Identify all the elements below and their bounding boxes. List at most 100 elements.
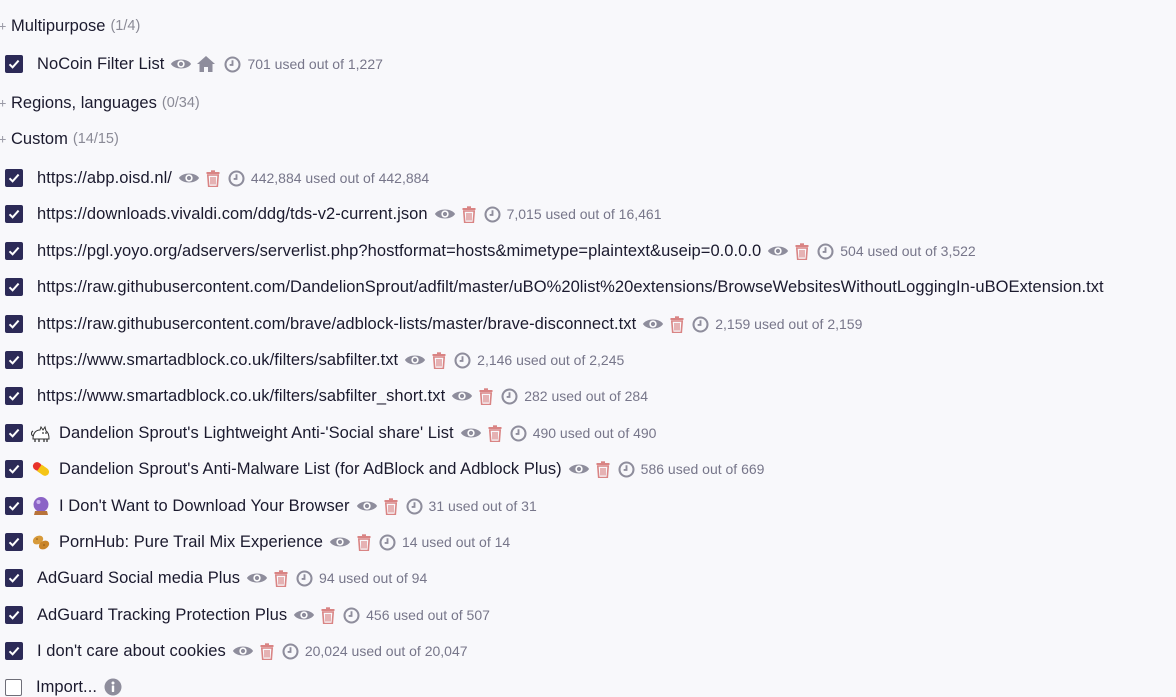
eye-icon[interactable] bbox=[568, 461, 590, 477]
trash-icon[interactable] bbox=[274, 569, 288, 587]
group-count: (14/15) bbox=[72, 131, 119, 147]
checkbox-checked[interactable] bbox=[5, 169, 23, 187]
list-item: https://www.smartadblock.co.uk/filters/s… bbox=[5, 384, 648, 408]
trash-icon[interactable] bbox=[488, 424, 502, 442]
trash-icon[interactable] bbox=[462, 205, 476, 223]
checkbox-checked[interactable] bbox=[5, 278, 23, 296]
trash-icon[interactable] bbox=[596, 460, 610, 478]
group-label: Multipurpose bbox=[11, 16, 106, 35]
info-icon[interactable] bbox=[104, 678, 122, 696]
eye-icon[interactable] bbox=[293, 607, 315, 623]
list-item: I don't care about cookies 20,024 used ou… bbox=[5, 639, 468, 663]
checkbox-checked[interactable] bbox=[5, 424, 23, 442]
checkbox-checked[interactable] bbox=[5, 242, 23, 260]
usage-stats: 94 used out of 94 bbox=[319, 570, 428, 586]
peanuts-emoji bbox=[31, 532, 51, 552]
checkbox-checked[interactable] bbox=[5, 351, 23, 369]
list-name[interactable]: https://www.smartadblock.co.uk/filters/s… bbox=[37, 387, 445, 406]
eye-icon[interactable] bbox=[170, 56, 192, 72]
clock-icon bbox=[484, 205, 501, 223]
list-item: Dandelion Sprout's Lightweight Anti-'Soc… bbox=[5, 421, 656, 445]
trash-icon[interactable] bbox=[321, 606, 335, 624]
group-multipurpose[interactable]: + Multipurpose (1/4) bbox=[0, 14, 140, 38]
list-name[interactable]: AdGuard Social media Plus bbox=[37, 569, 240, 588]
check-icon bbox=[8, 646, 20, 656]
clock-icon bbox=[817, 242, 834, 260]
eye-icon[interactable] bbox=[178, 170, 200, 186]
checkbox-checked[interactable] bbox=[5, 606, 23, 624]
checkbox-checked[interactable] bbox=[5, 533, 23, 551]
usage-stats: 31 used out of 31 bbox=[428, 498, 537, 514]
list-item-nocoin: NoCoin Filter List 701 used out of 1,227 bbox=[5, 52, 383, 76]
trash-icon[interactable] bbox=[384, 497, 398, 515]
usage-stats: 490 used out of 490 bbox=[532, 425, 657, 441]
eye-icon[interactable] bbox=[642, 316, 664, 332]
list-name[interactable]: I don't care about cookies bbox=[37, 642, 226, 661]
eye-icon[interactable] bbox=[451, 388, 473, 404]
check-icon bbox=[8, 428, 20, 438]
list-name[interactable]: https://raw.githubusercontent.com/Dandel… bbox=[37, 278, 1104, 297]
list-name[interactable]: I Don't Want to Download Your Browser bbox=[59, 497, 350, 516]
list-name[interactable]: PornHub: Pure Trail Mix Experience bbox=[59, 533, 323, 552]
list-name[interactable]: https://abp.oisd.nl/ bbox=[37, 169, 172, 188]
eye-icon[interactable] bbox=[460, 425, 482, 441]
list-name[interactable]: Dandelion Sprout's Lightweight Anti-'Soc… bbox=[59, 424, 454, 443]
check-icon bbox=[8, 209, 20, 219]
crystal-ball-emoji bbox=[31, 496, 51, 516]
group-regions-languages[interactable]: + Regions, languages (0/34) bbox=[0, 91, 200, 115]
list-name[interactable]: https://www.smartadblock.co.uk/filters/s… bbox=[37, 351, 398, 370]
checkbox-checked[interactable] bbox=[5, 387, 23, 405]
list-item: PornHub: Pure Trail Mix Experience 14 use… bbox=[5, 530, 510, 554]
trash-icon[interactable] bbox=[432, 351, 446, 369]
checkbox-checked[interactable] bbox=[5, 642, 23, 660]
list-name[interactable]: https://downloads.vivaldi.com/ddg/tds-v2… bbox=[37, 205, 428, 224]
checkbox-checked[interactable] bbox=[5, 460, 23, 478]
expand-icon[interactable]: + bbox=[0, 19, 9, 33]
list-name[interactable]: https://raw.githubusercontent.com/brave/… bbox=[37, 315, 636, 334]
usage-stats: 2,159 used out of 2,159 bbox=[715, 316, 863, 332]
check-icon bbox=[8, 610, 20, 620]
clock-icon bbox=[224, 55, 241, 73]
check-icon bbox=[8, 537, 20, 547]
list-item: AdGuard Social media Plus 94 used out of … bbox=[5, 566, 427, 590]
check-icon bbox=[8, 282, 20, 292]
pill-emoji bbox=[31, 459, 51, 479]
eye-icon[interactable] bbox=[329, 534, 351, 550]
expand-icon[interactable]: + bbox=[0, 132, 9, 146]
usage-stats: 2,146 used out of 2,245 bbox=[477, 352, 625, 368]
checkbox-checked[interactable] bbox=[5, 497, 23, 515]
trash-icon[interactable] bbox=[670, 315, 684, 333]
list-name[interactable]: NoCoin Filter List bbox=[37, 55, 164, 74]
trash-icon[interactable] bbox=[479, 387, 493, 405]
checkbox-checked[interactable] bbox=[5, 315, 23, 333]
checkbox-checked[interactable] bbox=[5, 55, 23, 73]
usage-stats: 586 used out of 669 bbox=[640, 461, 765, 477]
eye-icon[interactable] bbox=[434, 206, 456, 222]
group-custom[interactable]: + Custom (14/15) bbox=[0, 127, 119, 151]
import-label[interactable]: Import... bbox=[36, 678, 97, 697]
clock-icon bbox=[228, 169, 245, 187]
home-icon[interactable] bbox=[196, 55, 216, 73]
trash-icon[interactable] bbox=[260, 642, 274, 660]
list-name[interactable]: AdGuard Tracking Protection Plus bbox=[37, 606, 287, 625]
checkbox-checked[interactable] bbox=[5, 569, 23, 587]
usage-stats: 7,015 used out of 16,461 bbox=[506, 206, 662, 222]
trash-icon[interactable] bbox=[795, 242, 809, 260]
eye-icon[interactable] bbox=[404, 352, 426, 368]
list-name[interactable]: https://pgl.yoyo.org/adservers/serverlis… bbox=[37, 242, 761, 261]
expand-icon[interactable]: + bbox=[0, 96, 9, 110]
eye-icon[interactable] bbox=[356, 498, 378, 514]
usage-stats: 20,024 used out of 20,047 bbox=[304, 643, 468, 659]
list-item: https://raw.githubusercontent.com/Dandel… bbox=[5, 275, 1104, 299]
list-name[interactable]: Dandelion Sprout's Anti-Malware List (fo… bbox=[59, 460, 562, 479]
import-checkbox[interactable] bbox=[5, 678, 22, 696]
eye-icon[interactable] bbox=[767, 243, 789, 259]
checkbox-checked[interactable] bbox=[5, 205, 23, 223]
list-item: https://www.smartadblock.co.uk/filters/s… bbox=[5, 348, 624, 372]
trash-icon[interactable] bbox=[357, 533, 371, 551]
list-item: https://pgl.yoyo.org/adservers/serverlis… bbox=[5, 239, 976, 263]
trash-icon[interactable] bbox=[206, 169, 220, 187]
eye-icon[interactable] bbox=[232, 643, 254, 659]
usage-stats: 442,884 used out of 442,884 bbox=[250, 170, 430, 186]
eye-icon[interactable] bbox=[246, 570, 268, 586]
